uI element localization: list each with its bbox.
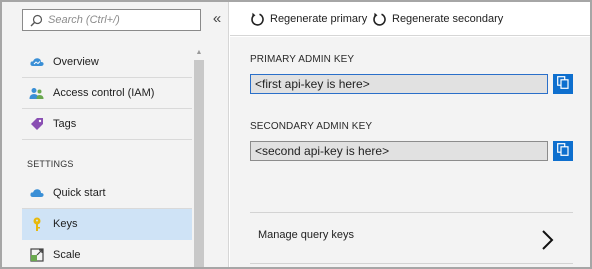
settings-section-header: SETTINGS (27, 159, 74, 169)
primary-key-label: PRIMARY ADMIN KEY (250, 54, 355, 65)
regenerate-primary-label: Regenerate primary (270, 13, 368, 25)
refresh-icon (372, 12, 387, 27)
secondary-key-label: SECONDARY ADMIN KEY (250, 121, 373, 132)
menu-list: Overview Access control (IAM) Tags (22, 47, 192, 140)
copy-icon (557, 76, 569, 92)
collapse-menu-button[interactable]: « (208, 10, 226, 30)
key-icon (28, 216, 45, 233)
menu-scrollbar-thumb[interactable] (194, 60, 204, 267)
menu-item-keys[interactable]: Keys (22, 209, 192, 240)
menu-item-label: Quick start (53, 187, 106, 199)
regenerate-secondary-button[interactable]: Regenerate secondary (372, 10, 503, 28)
primary-key-field[interactable] (250, 74, 548, 94)
scale-icon (28, 247, 45, 264)
regenerate-primary-button[interactable]: Regenerate primary (250, 10, 367, 28)
copy-primary-key-button[interactable] (553, 74, 573, 94)
cloud-icon (28, 54, 45, 71)
search-box[interactable] (22, 9, 201, 31)
menu-item-access-control[interactable]: Access control (IAM) (22, 78, 192, 109)
quickstart-cloud-icon (28, 185, 45, 202)
copy-icon (557, 143, 569, 159)
tag-icon (28, 116, 45, 133)
refresh-icon (250, 12, 265, 27)
search-input[interactable] (46, 11, 196, 29)
menu-item-label: Access control (IAM) (53, 87, 155, 99)
manage-query-keys-link[interactable]: Manage query keys (250, 212, 573, 264)
resource-menu: « Overview (2, 2, 229, 267)
regenerate-secondary-label: Regenerate secondary (392, 13, 504, 25)
menu-item-label: Keys (53, 218, 78, 230)
manage-query-keys-label: Manage query keys (258, 229, 354, 241)
menu-item-overview[interactable]: Overview (22, 47, 192, 78)
command-bar: Regenerate primary Regenerate secondary (230, 2, 590, 36)
menu-item-label: Overview (53, 56, 99, 68)
secondary-key-field[interactable] (250, 141, 548, 161)
keys-content: PRIMARY ADMIN KEY SECONDARY ADMIN KEY Ma… (230, 37, 590, 267)
people-icon (28, 85, 45, 102)
scroll-up-arrow-icon[interactable]: ▲ (194, 48, 204, 58)
search-icon (26, 10, 46, 30)
copy-secondary-key-button[interactable] (553, 141, 573, 161)
menu-item-tags[interactable]: Tags (22, 109, 192, 140)
menu-item-label: Tags (53, 118, 77, 130)
menu-item-quick-start[interactable]: Quick start (22, 178, 192, 209)
chevron-right-icon (540, 229, 556, 251)
keys-blade: « Overview (0, 0, 592, 269)
menu-item-label: Scale (53, 249, 81, 261)
settings-menu-list: Quick start Keys Scale (22, 178, 192, 267)
menu-item-scale[interactable]: Scale (22, 240, 192, 267)
